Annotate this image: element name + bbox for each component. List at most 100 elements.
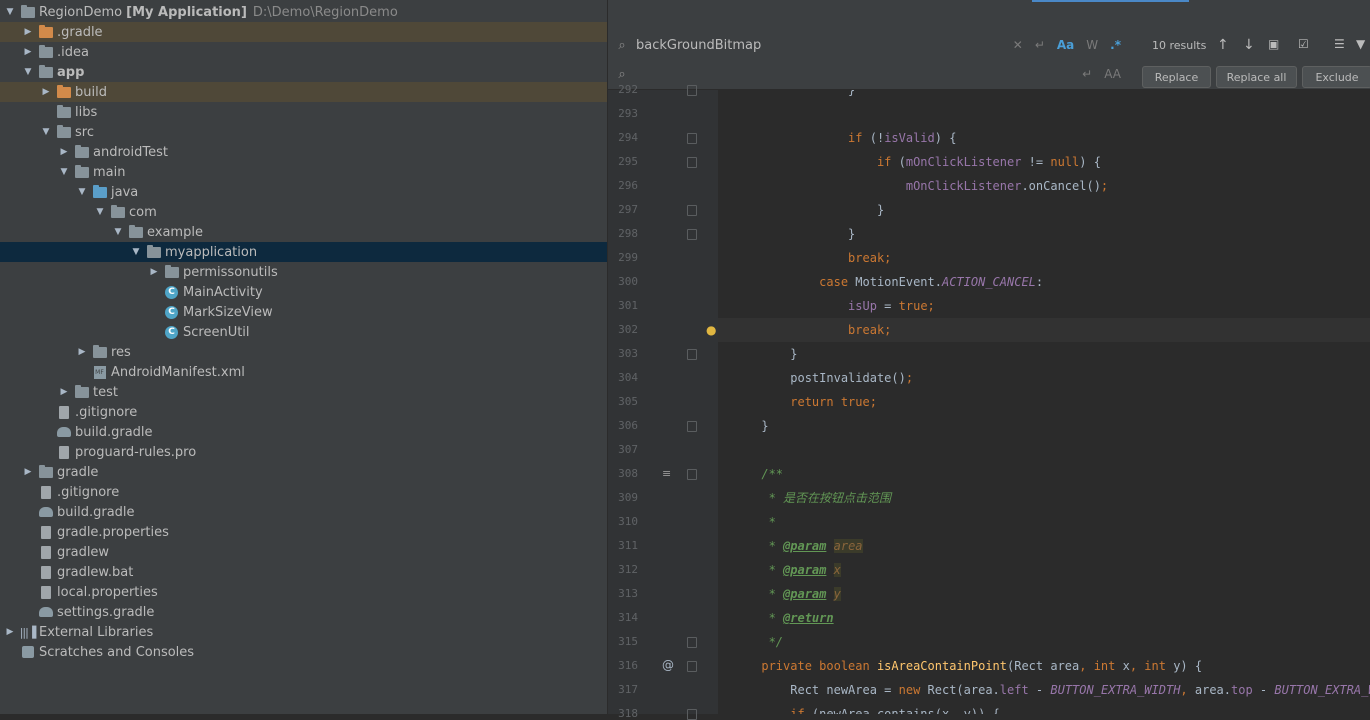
tree-item[interactable]: build.gradle bbox=[0, 422, 607, 442]
code-line[interactable] bbox=[718, 438, 1370, 462]
next-occurrence-icon[interactable]: ↓ bbox=[1243, 37, 1255, 53]
replace-newline-icon[interactable]: ↵ bbox=[1082, 67, 1092, 81]
code-line[interactable]: } bbox=[718, 342, 1370, 366]
code-line[interactable]: * @return bbox=[718, 606, 1370, 630]
code-line[interactable]: break; bbox=[718, 318, 1370, 342]
expanded-arrow-icon[interactable]: ▼ bbox=[4, 6, 16, 18]
tree-item[interactable]: ▼ main bbox=[0, 162, 607, 182]
tree-item[interactable]: Scratches and Consoles bbox=[0, 642, 607, 662]
code-line[interactable]: if (newArea.contains(x, y)) { bbox=[718, 702, 1370, 714]
expanded-arrow-icon[interactable]: ▼ bbox=[58, 166, 70, 178]
collapsed-arrow-icon[interactable]: ▶ bbox=[4, 626, 16, 638]
code-line[interactable]: * @param area bbox=[718, 534, 1370, 558]
tree-item[interactable]: ▼ app bbox=[0, 62, 607, 82]
fold-marker-icon[interactable] bbox=[687, 229, 697, 240]
code-line[interactable]: isUp = true; bbox=[718, 294, 1370, 318]
tree-item[interactable]: C MarkSizeView bbox=[0, 302, 607, 322]
tree-item[interactable]: MF AndroidManifest.xml bbox=[0, 362, 607, 382]
tree-item[interactable]: gradle.properties bbox=[0, 522, 607, 542]
code-line[interactable]: } bbox=[718, 414, 1370, 438]
tree-item[interactable]: settings.gradle bbox=[0, 602, 607, 622]
code-line[interactable]: * bbox=[718, 510, 1370, 534]
code-line[interactable]: Rect newArea = new Rect(area.left - BUTT… bbox=[718, 678, 1370, 702]
tree-item[interactable]: libs bbox=[0, 102, 607, 122]
tree-item[interactable]: ▶ gradle bbox=[0, 462, 607, 482]
fold-marker-icon[interactable] bbox=[687, 133, 697, 144]
fold-marker-icon[interactable] bbox=[687, 349, 697, 360]
tree-item[interactable]: C MainActivity bbox=[0, 282, 607, 302]
expanded-arrow-icon[interactable]: ▼ bbox=[76, 186, 88, 198]
code-line[interactable]: * 是否在按钮点击范围 bbox=[718, 486, 1370, 510]
tree-item[interactable]: C ScreenUtil bbox=[0, 322, 607, 342]
code-line[interactable]: * @param x bbox=[718, 558, 1370, 582]
code-editor[interactable]: } if (!isValid) { if (mOnClickListener !… bbox=[718, 90, 1370, 714]
tree-item[interactable]: ▶ .gradle bbox=[0, 22, 607, 42]
exclude-button[interactable]: Exclude bbox=[1302, 66, 1370, 88]
annotation-gutter-icon[interactable]: @ bbox=[662, 658, 674, 672]
collapsed-arrow-icon[interactable]: ▶ bbox=[76, 346, 88, 358]
settings-icon[interactable]: ☰ bbox=[1334, 37, 1345, 51]
tree-item[interactable]: proguard-rules.pro bbox=[0, 442, 607, 462]
search-input[interactable]: backGroundBitmap bbox=[636, 38, 1013, 53]
tree-item[interactable]: ▼ myapplication bbox=[0, 242, 607, 262]
fold-marker-icon[interactable] bbox=[687, 85, 697, 96]
tree-item[interactable]: build.gradle bbox=[0, 502, 607, 522]
clear-icon[interactable]: ✕ bbox=[1013, 38, 1023, 52]
tree-item[interactable]: ▶ |||▐ External Libraries bbox=[0, 622, 607, 642]
select-all-occurrences-icon[interactable]: ▣ bbox=[1268, 37, 1279, 51]
tree-item[interactable]: ▶ test bbox=[0, 382, 607, 402]
code-line[interactable]: } bbox=[718, 222, 1370, 246]
filter-icon[interactable]: ▼ bbox=[1356, 37, 1365, 51]
code-line[interactable]: * @param y bbox=[718, 582, 1370, 606]
code-line[interactable]: break; bbox=[718, 246, 1370, 270]
code-line[interactable] bbox=[718, 102, 1370, 126]
collapsed-arrow-icon[interactable]: ▶ bbox=[58, 146, 70, 158]
tree-item[interactable]: local.properties bbox=[0, 582, 607, 602]
tree-item[interactable]: ▶ .idea bbox=[0, 42, 607, 62]
tree-item[interactable]: ▼ src bbox=[0, 122, 607, 142]
replace-button[interactable]: Replace bbox=[1142, 66, 1211, 88]
whole-words-toggle[interactable]: W bbox=[1086, 38, 1098, 52]
tree-item[interactable]: gradlew bbox=[0, 542, 607, 562]
code-line[interactable]: case MotionEvent.ACTION_CANCEL: bbox=[718, 270, 1370, 294]
match-case-toggle[interactable]: Aa bbox=[1057, 38, 1074, 52]
code-line[interactable]: } bbox=[718, 198, 1370, 222]
tree-item[interactable]: gradlew.bat bbox=[0, 562, 607, 582]
code-line[interactable]: */ bbox=[718, 630, 1370, 654]
search-icon[interactable]: ⌕ bbox=[608, 38, 636, 53]
regex-toggle[interactable]: .* bbox=[1110, 38, 1121, 52]
previous-occurrence-icon[interactable]: ↑ bbox=[1217, 37, 1229, 53]
expanded-arrow-icon[interactable]: ▼ bbox=[112, 226, 124, 238]
tree-item[interactable]: ▶ build bbox=[0, 82, 607, 102]
fold-marker-icon[interactable] bbox=[687, 205, 697, 216]
code-line[interactable]: } bbox=[718, 90, 1370, 102]
collapsed-arrow-icon[interactable]: ▶ bbox=[22, 466, 34, 478]
code-line[interactable]: postInvalidate(); bbox=[718, 366, 1370, 390]
collapsed-arrow-icon[interactable]: ▶ bbox=[40, 86, 52, 98]
tree-item[interactable]: .gitignore bbox=[0, 402, 607, 422]
tree-item[interactable]: ▼ example bbox=[0, 222, 607, 242]
collapsed-arrow-icon[interactable]: ▶ bbox=[58, 386, 70, 398]
tree-item[interactable]: ▶ permissonutils bbox=[0, 262, 607, 282]
code-line[interactable]: private boolean isAreaContainPoint(Rect … bbox=[718, 654, 1370, 678]
editor-gutter[interactable]: 292 293 294 295 296 297 298 299 300 301 302 ● 303 304… bbox=[608, 83, 718, 720]
tree-item[interactable]: ▼ com bbox=[0, 202, 607, 222]
fold-marker-icon[interactable] bbox=[687, 421, 697, 432]
collapsed-arrow-icon[interactable]: ▶ bbox=[22, 26, 34, 38]
expanded-arrow-icon[interactable]: ▼ bbox=[94, 206, 106, 218]
render-doc-icon[interactable]: ≡ bbox=[662, 467, 671, 480]
tree-item[interactable]: .gitignore bbox=[0, 482, 607, 502]
expanded-arrow-icon[interactable]: ▼ bbox=[22, 66, 34, 78]
code-line[interactable]: /** bbox=[718, 462, 1370, 486]
preserve-case-icon[interactable]: AA bbox=[1104, 67, 1121, 81]
tree-item[interactable]: ▼ java bbox=[0, 182, 607, 202]
code-line[interactable]: return true; bbox=[718, 390, 1370, 414]
fold-marker-icon[interactable] bbox=[687, 661, 697, 672]
newline-icon[interactable]: ↵ bbox=[1035, 38, 1045, 52]
replace-all-button[interactable]: Replace all bbox=[1216, 66, 1297, 88]
tree-item[interactable]: ▼ RegionDemo [My Application] D:\Demo\Regio… bbox=[0, 2, 607, 22]
fold-marker-icon[interactable] bbox=[687, 709, 697, 720]
filter-search-icon[interactable]: ☑ bbox=[1298, 37, 1309, 51]
fold-marker-icon[interactable] bbox=[687, 637, 697, 648]
code-line[interactable]: if (mOnClickListener != null) { bbox=[718, 150, 1370, 174]
